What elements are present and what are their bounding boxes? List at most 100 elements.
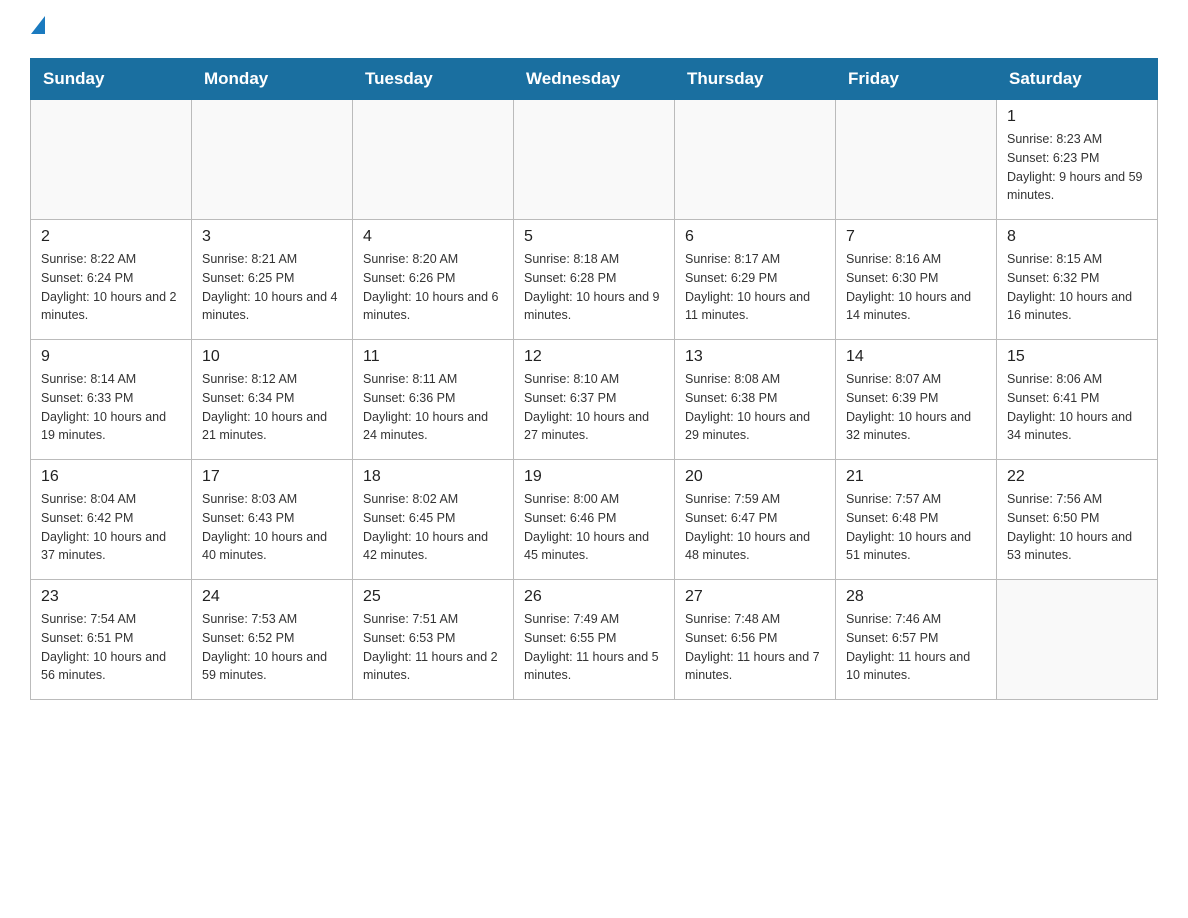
day-info: Sunrise: 8:11 AM Sunset: 6:36 PM Dayligh… [363,370,503,445]
calendar-cell: 28Sunrise: 7:46 AM Sunset: 6:57 PM Dayli… [836,580,997,700]
calendar-cell: 5Sunrise: 8:18 AM Sunset: 6:28 PM Daylig… [514,220,675,340]
calendar-cell: 11 Sunrise: 8:11 AM Sunset: 6:36 PM Dayli… [353,340,514,460]
day-number: 24 [202,588,342,606]
logo [30,20,45,38]
week-row-5: 23 Sunrise: 7:54 AM Sunset: 6:51 PM Dayli… [31,580,1158,700]
day-info: Sunrise: 8:00 AM Sunset: 6:46 PM Dayligh… [524,490,664,565]
day-number: 22 [1007,468,1147,486]
calendar-cell: 13 Sunrise: 8:08 AM Sunset: 6:38 PM Dayli… [675,340,836,460]
week-row-2: 2 Sunrise: 8:22 AM Sunset: 6:24 PM Daylig… [31,220,1158,340]
day-number: 8 [1007,228,1147,246]
day-number: 25 [363,588,503,606]
day-info: Sunrise: 8:03 AM Sunset: 6:43 PM Dayligh… [202,490,342,565]
day-info: Sunrise: 7:51 AM Sunset: 6:53 PM Dayligh… [363,610,503,685]
day-info: Sunrise: 8:12 AM Sunset: 6:34 PM Dayligh… [202,370,342,445]
day-info: Sunrise: 8:02 AM Sunset: 6:45 PM Dayligh… [363,490,503,565]
calendar-cell [997,580,1158,700]
calendar-cell: 4 Sunrise: 8:20 AM Sunset: 6:26 PM Daylig… [353,220,514,340]
day-info: Sunrise: 8:14 AM Sunset: 6:33 PM Dayligh… [41,370,181,445]
day-info: Sunrise: 8:08 AM Sunset: 6:38 PM Dayligh… [685,370,825,445]
day-number: 21 [846,468,986,486]
calendar-cell [192,100,353,220]
day-number: 7 [846,228,986,246]
day-number: 11 [363,348,503,366]
calendar-cell: 17 Sunrise: 8:03 AM Sunset: 6:43 PM Dayli… [192,460,353,580]
weekday-header-saturday: Saturday [997,59,1158,100]
calendar-cell: 27 Sunrise: 7:48 AM Sunset: 6:56 PM Dayli… [675,580,836,700]
day-info: Sunrise: 8:10 AM Sunset: 6:37 PM Dayligh… [524,370,664,445]
calendar-cell: 21 Sunrise: 7:57 AM Sunset: 6:48 PM Dayli… [836,460,997,580]
week-row-1: 1Sunrise: 8:23 AM Sunset: 6:23 PM Daylig… [31,100,1158,220]
weekday-header-thursday: Thursday [675,59,836,100]
day-info: Sunrise: 8:04 AM Sunset: 6:42 PM Dayligh… [41,490,181,565]
day-number: 4 [363,228,503,246]
page-header [30,20,1158,38]
calendar-cell [514,100,675,220]
calendar-cell: 6 Sunrise: 8:17 AM Sunset: 6:29 PM Daylig… [675,220,836,340]
calendar-cell: 16 Sunrise: 8:04 AM Sunset: 6:42 PM Dayli… [31,460,192,580]
calendar-cell: 15 Sunrise: 8:06 AM Sunset: 6:41 PM Dayli… [997,340,1158,460]
calendar-cell: 3 Sunrise: 8:21 AM Sunset: 6:25 PM Daylig… [192,220,353,340]
day-number: 2 [41,228,181,246]
day-number: 23 [41,588,181,606]
day-number: 14 [846,348,986,366]
day-info: Sunrise: 8:06 AM Sunset: 6:41 PM Dayligh… [1007,370,1147,445]
day-number: 18 [363,468,503,486]
day-info: Sunrise: 8:07 AM Sunset: 6:39 PM Dayligh… [846,370,986,445]
day-info: Sunrise: 7:54 AM Sunset: 6:51 PM Dayligh… [41,610,181,685]
day-number: 20 [685,468,825,486]
calendar-cell: 25 Sunrise: 7:51 AM Sunset: 6:53 PM Dayli… [353,580,514,700]
day-number: 28 [846,588,986,606]
calendar-cell: 19 Sunrise: 8:00 AM Sunset: 6:46 PM Dayli… [514,460,675,580]
day-info: Sunrise: 7:48 AM Sunset: 6:56 PM Dayligh… [685,610,825,685]
calendar-cell: 8 Sunrise: 8:15 AM Sunset: 6:32 PM Daylig… [997,220,1158,340]
day-info: Sunrise: 7:59 AM Sunset: 6:47 PM Dayligh… [685,490,825,565]
day-info: Sunrise: 7:56 AM Sunset: 6:50 PM Dayligh… [1007,490,1147,565]
week-row-3: 9 Sunrise: 8:14 AM Sunset: 6:33 PM Daylig… [31,340,1158,460]
day-number: 6 [685,228,825,246]
day-number: 17 [202,468,342,486]
calendar-cell: 20 Sunrise: 7:59 AM Sunset: 6:47 PM Dayli… [675,460,836,580]
day-number: 27 [685,588,825,606]
day-number: 10 [202,348,342,366]
calendar-cell [675,100,836,220]
calendar-table: SundayMondayTuesdayWednesdayThursdayFrid… [30,58,1158,700]
weekday-header-tuesday: Tuesday [353,59,514,100]
day-info: Sunrise: 8:20 AM Sunset: 6:26 PM Dayligh… [363,250,503,325]
day-number: 9 [41,348,181,366]
day-info: Sunrise: 8:17 AM Sunset: 6:29 PM Dayligh… [685,250,825,325]
calendar-cell [31,100,192,220]
day-info: Sunrise: 8:22 AM Sunset: 6:24 PM Dayligh… [41,250,181,325]
day-info: Sunrise: 8:15 AM Sunset: 6:32 PM Dayligh… [1007,250,1147,325]
calendar-cell: 26Sunrise: 7:49 AM Sunset: 6:55 PM Dayli… [514,580,675,700]
day-number: 5 [524,228,664,246]
weekday-header-monday: Monday [192,59,353,100]
day-info: Sunrise: 8:21 AM Sunset: 6:25 PM Dayligh… [202,250,342,325]
day-number: 3 [202,228,342,246]
weekday-header-friday: Friday [836,59,997,100]
calendar-cell [353,100,514,220]
calendar-cell: 1Sunrise: 8:23 AM Sunset: 6:23 PM Daylig… [997,100,1158,220]
day-info: Sunrise: 7:53 AM Sunset: 6:52 PM Dayligh… [202,610,342,685]
day-number: 16 [41,468,181,486]
day-number: 13 [685,348,825,366]
calendar-cell: 14 Sunrise: 8:07 AM Sunset: 6:39 PM Dayli… [836,340,997,460]
calendar-cell [836,100,997,220]
weekday-header-wednesday: Wednesday [514,59,675,100]
logo-arrow-icon [31,16,45,34]
calendar-cell: 7 Sunrise: 8:16 AM Sunset: 6:30 PM Daylig… [836,220,997,340]
day-number: 15 [1007,348,1147,366]
weekday-header-sunday: Sunday [31,59,192,100]
calendar-cell: 10 Sunrise: 8:12 AM Sunset: 6:34 PM Dayli… [192,340,353,460]
calendar-cell: 23 Sunrise: 7:54 AM Sunset: 6:51 PM Dayli… [31,580,192,700]
calendar-cell: 18 Sunrise: 8:02 AM Sunset: 6:45 PM Dayli… [353,460,514,580]
calendar-cell: 9 Sunrise: 8:14 AM Sunset: 6:33 PM Daylig… [31,340,192,460]
calendar-cell: 12 Sunrise: 8:10 AM Sunset: 6:37 PM Dayli… [514,340,675,460]
day-info: Sunrise: 7:57 AM Sunset: 6:48 PM Dayligh… [846,490,986,565]
calendar-cell: 24 Sunrise: 7:53 AM Sunset: 6:52 PM Dayli… [192,580,353,700]
calendar-cell: 22 Sunrise: 7:56 AM Sunset: 6:50 PM Dayli… [997,460,1158,580]
day-number: 12 [524,348,664,366]
day-number: 19 [524,468,664,486]
day-info: Sunrise: 8:16 AM Sunset: 6:30 PM Dayligh… [846,250,986,325]
week-row-4: 16 Sunrise: 8:04 AM Sunset: 6:42 PM Dayli… [31,460,1158,580]
